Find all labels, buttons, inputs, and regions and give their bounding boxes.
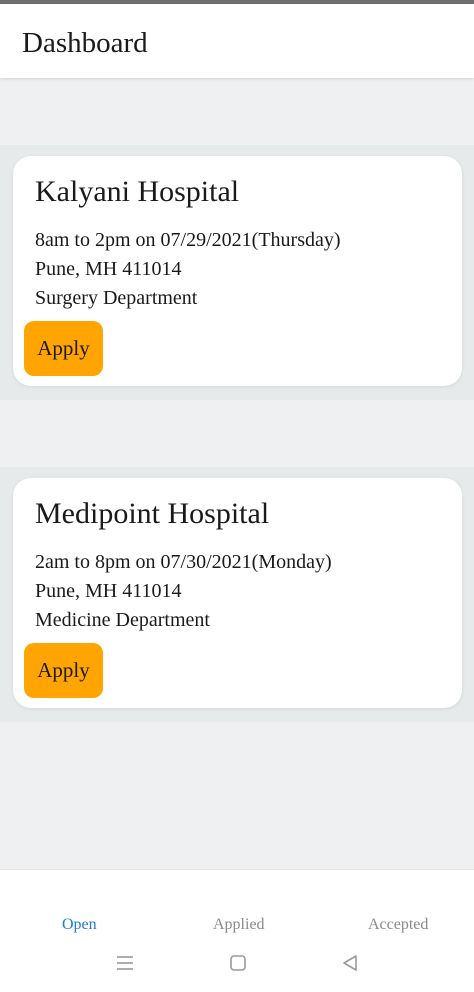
- shift-department: Surgery Department: [35, 287, 198, 309]
- bottom-tab-bar: Open Applied Accepted: [0, 869, 474, 992]
- shift-location: Pune, MH 411014: [35, 580, 182, 602]
- shift-card: Kalyani Hospital 8am to 2pm on 07/29/202…: [13, 156, 462, 386]
- menu-icon[interactable]: [113, 951, 137, 975]
- hospital-name: Medipoint Hospital: [35, 497, 270, 530]
- shift-department: Medicine Department: [35, 609, 210, 631]
- hospital-name: Kalyani Hospital: [35, 175, 240, 208]
- apply-button[interactable]: Apply: [24, 321, 103, 376]
- shift-schedule: 8am to 2pm on 07/29/2021(Thursday): [35, 229, 341, 251]
- tab-open[interactable]: Open: [62, 915, 97, 935]
- shift-card: Medipoint Hospital 2am to 8pm on 07/30/2…: [13, 478, 462, 708]
- shift-schedule: 2am to 8pm on 07/30/2021(Monday): [35, 551, 332, 573]
- tab-applied[interactable]: Applied: [213, 915, 265, 935]
- shift-location: Pune, MH 411014: [35, 258, 182, 280]
- home-square-icon[interactable]: [226, 951, 250, 975]
- app-header: Dashboard: [0, 4, 474, 78]
- tab-accepted[interactable]: Accepted: [368, 915, 428, 935]
- page-title: Dashboard: [22, 27, 148, 59]
- system-navigation-bar: [0, 951, 474, 975]
- apply-button[interactable]: Apply: [24, 643, 103, 698]
- back-triangle-icon[interactable]: [338, 951, 362, 975]
